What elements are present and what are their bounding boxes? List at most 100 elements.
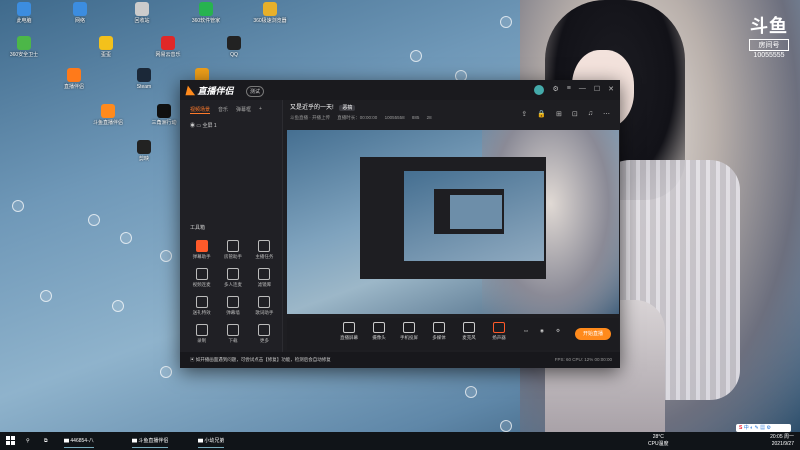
title-bar[interactable]: ◣ 直播伴侣 测试 ⚙ ≡ — ☐ ✕ xyxy=(180,80,620,100)
tool-item[interactable]: 多人连麦 xyxy=(217,268,248,288)
camera-button[interactable]: 摄像头 xyxy=(367,322,391,341)
app-icon xyxy=(161,36,175,50)
maximize-icon[interactable]: ☐ xyxy=(594,85,600,95)
desktop-icon[interactable]: 此电脑 xyxy=(4,2,44,24)
search-icon[interactable]: ⚲ xyxy=(26,435,30,447)
desktop-icon[interactable]: 360软件管家 xyxy=(186,2,226,24)
bell-icon[interactable]: ♫ xyxy=(588,110,593,118)
desktop-icon-label: 360软件管家 xyxy=(191,18,221,24)
tool-item[interactable]: 滤镜库 xyxy=(249,268,280,288)
room-category[interactable]: 恶搞 xyxy=(339,105,356,111)
app-icon xyxy=(99,36,113,50)
desktop-icon[interactable]: 360极速浏览器 xyxy=(250,2,290,24)
info-viewers: 28 xyxy=(426,115,432,120)
tab-music[interactable]: 音乐 xyxy=(218,106,228,114)
more-icon[interactable]: ⋯ xyxy=(603,110,610,118)
phone-cast-button[interactable]: 手机投屏 xyxy=(397,322,421,341)
room-title-row: 又是近乎的一天! 恶搞 xyxy=(290,102,356,111)
stream-preview[interactable] xyxy=(287,130,619,314)
tool-item[interactable]: 视频连麦 xyxy=(186,268,217,288)
speaker-icon xyxy=(493,322,505,333)
desktop-icon[interactable]: 斗鱼直播伴侣 xyxy=(88,104,128,126)
douyu-logo: 斗鱼 xyxy=(750,16,788,37)
tool-item[interactable]: 主播任务 xyxy=(249,240,280,260)
room-title[interactable]: 又是近乎的一天! xyxy=(290,105,334,111)
settings-icon[interactable]: ⚙ xyxy=(552,85,558,95)
tool-icon xyxy=(226,268,239,280)
brand-logo-icon: ◣ xyxy=(186,86,198,96)
tab-video-scene[interactable]: 视频场景 xyxy=(190,106,211,114)
tool-item[interactable]: 下载 xyxy=(217,324,248,344)
desktop-icon-label: Steam xyxy=(136,84,152,90)
eye-icon[interactable]: ◉ xyxy=(535,328,549,334)
bubble xyxy=(12,200,24,212)
douyu-watermark: 斗鱼 房间号 10055555 xyxy=(745,12,793,59)
monitor-icon xyxy=(343,322,355,333)
taskbar-app-1[interactable]: ▆ 446854-八 xyxy=(64,435,94,448)
tool-item[interactable]: 房管助手 xyxy=(217,240,248,260)
share-icon[interactable]: ⇪ xyxy=(521,110,527,118)
desktop-icon[interactable]: QQ xyxy=(214,36,254,58)
bag-icon[interactable]: ⊡ xyxy=(572,110,578,118)
desktop-icon[interactable]: 歪歪 xyxy=(86,36,126,58)
desktop-icon[interactable]: 回收站 xyxy=(122,2,162,24)
task-view-icon[interactable]: ⧉ xyxy=(44,435,48,447)
tool-item[interactable]: 弹幕助手 xyxy=(186,240,217,260)
app-icon xyxy=(157,104,171,118)
weather-widget[interactable]: 28°C CPU温度 xyxy=(648,434,669,448)
desktop-icon-label: QQ xyxy=(230,52,238,58)
close-icon[interactable]: ✕ xyxy=(608,85,614,95)
tool-item[interactable]: 送礼特效 xyxy=(186,296,217,316)
lock-icon[interactable]: 🔒 xyxy=(537,110,546,118)
microphone-button[interactable]: 麦克风 xyxy=(457,322,481,341)
nested-preview xyxy=(404,171,544,261)
ime-toolbar[interactable]: S 中 ◐ ✎ ▦ ⚙ xyxy=(736,424,791,432)
speaker-button[interactable]: 扬声器 xyxy=(487,322,511,341)
desktop-icon-label: 回收站 xyxy=(134,18,150,24)
screen-capture-button[interactable]: 直播屏幕 xyxy=(337,322,361,341)
status-bar: ▣ 如开播画面遇到问题，可尝试点击【修复】功能，检测后会自动修复 FPS: 60… xyxy=(180,352,620,368)
clock-time: 20:05 周一 xyxy=(770,434,794,440)
app-icon xyxy=(137,68,151,82)
desktop-icon[interactable]: 三角洲行动 xyxy=(144,104,184,126)
system-tray-clock[interactable]: 20:05 周一 2021/9/27 xyxy=(770,434,794,448)
gear-icon[interactable]: ⚙ xyxy=(551,328,565,334)
tool-icon xyxy=(195,240,208,252)
taskbar-app-3[interactable]: ▆ 小幼兄弟 xyxy=(198,435,225,448)
desktop-icon[interactable]: 直播伴侣 xyxy=(54,68,94,90)
tool-label: 送礼特效 xyxy=(192,310,211,315)
desktop-icon[interactable]: 网络 xyxy=(60,2,100,24)
nested-window-preview-2 xyxy=(434,189,504,234)
gift-icon[interactable]: ⊞ xyxy=(556,110,562,118)
media-button[interactable]: 多媒体 xyxy=(427,322,451,341)
toolbox-header: 工具箱 xyxy=(190,225,206,231)
start-live-button[interactable]: 开始直播 xyxy=(575,328,611,340)
info-room-id: 10055558 xyxy=(384,115,405,120)
avatar[interactable] xyxy=(534,85,545,95)
add-scene-icon[interactable]: + xyxy=(259,106,262,114)
minimize-icon[interactable]: — xyxy=(579,85,586,95)
scene-item[interactable]: ◉ ▭ 全屏 1 xyxy=(180,120,282,131)
app-brand: ◣ 直播伴侣 xyxy=(186,84,234,97)
desktop-icon-label: 歪歪 xyxy=(100,52,111,58)
media-label: 多媒体 xyxy=(432,335,446,340)
tool-item[interactable]: 录制 xyxy=(186,324,217,344)
nested-window-preview xyxy=(360,157,546,279)
nested-preview-2 xyxy=(450,195,502,229)
scene-tabs: 视频场景 音乐 弹幕框 + xyxy=(180,100,282,120)
windows-start-icon[interactable] xyxy=(6,436,15,445)
desktop-icon-label: 360极速浏览器 xyxy=(253,18,287,24)
tool-item[interactable]: 更多 xyxy=(249,324,280,344)
desktop-icon[interactable]: 360安全卫士 xyxy=(4,36,44,58)
video-icon[interactable]: ▭ xyxy=(519,328,533,334)
app-brand-name: 直播伴侣 xyxy=(197,86,234,96)
desktop-icon[interactable]: Steam xyxy=(124,68,164,90)
taskbar-app-1-label: 446854-八 xyxy=(70,438,94,444)
menu-icon[interactable]: ≡ xyxy=(567,85,571,95)
tab-danmaku-box[interactable]: 弹幕框 xyxy=(236,106,251,114)
desktop-icon[interactable]: 剪映 xyxy=(124,140,164,162)
tool-item[interactable]: 歌词助手 xyxy=(249,296,280,316)
tool-item[interactable]: 弹幕墙 xyxy=(217,296,248,316)
desktop-icon[interactable]: 网易云音乐 xyxy=(148,36,188,58)
taskbar-app-2[interactable]: ▆ 斗鱼直播伴侣 xyxy=(132,435,169,448)
